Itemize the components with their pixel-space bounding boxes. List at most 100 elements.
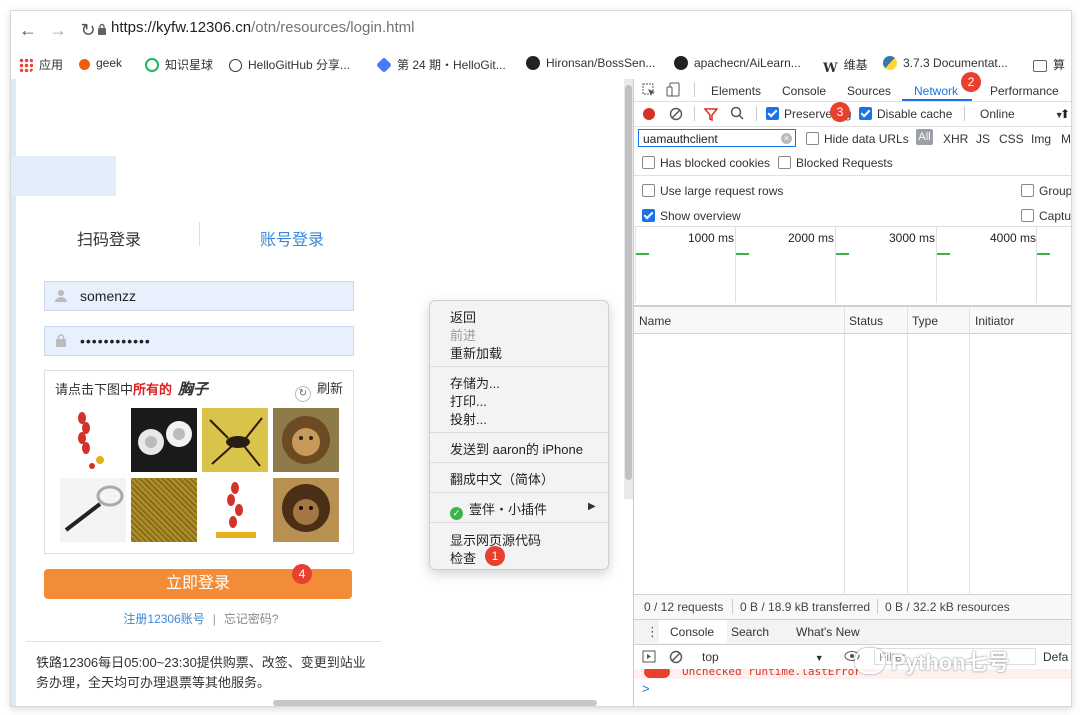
blocked-requests-checkbox[interactable]: Blocked Requests <box>778 156 893 170</box>
capture-screenshots-checkbox[interactable]: Captu <box>1021 209 1071 223</box>
apps-grid-icon <box>19 58 33 72</box>
captcha-refresh-button[interactable]: ↻ 刷新 <box>294 378 343 402</box>
menu-inspect[interactable]: 检查 <box>450 548 476 567</box>
tab-network[interactable]: Network <box>914 84 958 98</box>
tab-account-login[interactable]: 账号登录 <box>260 226 324 250</box>
group-by-frame-checkbox[interactable]: Group <box>1021 184 1071 198</box>
import-icon[interactable]: ⬆ <box>1060 107 1070 121</box>
menu-cast[interactable]: 投射... <box>450 409 487 428</box>
clear-console-icon[interactable] <box>669 650 683 667</box>
inspect-element-icon[interactable] <box>642 83 656 100</box>
tab-console[interactable]: Console <box>782 84 826 98</box>
menu-reload[interactable]: 重新加载 <box>450 343 502 362</box>
captcha-image-2[interactable] <box>131 408 197 472</box>
divider <box>26 641 381 642</box>
record-icon[interactable] <box>643 108 655 120</box>
throttling-select[interactable]: Online ▼ <box>980 107 1064 121</box>
forgot-password-link[interactable]: 忘记密码? <box>224 612 279 626</box>
reload-icon[interactable]: ↻ <box>77 19 99 41</box>
devtools-tabbar: Elements Console Sources Network Perform… <box>634 79 1071 102</box>
network-filter-input[interactable]: uamauthclient <box>638 129 796 147</box>
drawer-tab-search[interactable]: Search <box>731 625 769 639</box>
captcha-image-1[interactable] <box>60 408 126 472</box>
hide-data-urls-checkbox[interactable]: Hide data URLs <box>806 132 909 146</box>
clear-icon[interactable] <box>669 107 683 124</box>
menu-back[interactable]: 返回 <box>450 307 476 326</box>
console-context-select[interactable]: top ▼ <box>702 650 824 664</box>
menu-forward[interactable]: 前进 <box>450 325 476 344</box>
drawer-tab-console[interactable]: Console <box>670 625 714 639</box>
back-icon[interactable]: ← <box>17 19 39 41</box>
captcha-image-4[interactable] <box>273 408 339 472</box>
page-horizontal-scrollbar[interactable] <box>273 700 597 706</box>
captcha-image-8[interactable] <box>273 478 339 542</box>
request-list[interactable] <box>634 333 1071 593</box>
menu-plugin[interactable]: ✓ 壹伴・小插件 <box>450 499 547 520</box>
captcha-image-6[interactable] <box>131 478 197 542</box>
overview-tick: 4000 ms <box>990 231 1037 245</box>
drawer-menu-icon[interactable]: ⋮ <box>646 624 659 640</box>
bookmark-hellogithub[interactable]: HelloGitHub 分享... <box>229 56 350 73</box>
error-count-badge <box>644 669 670 678</box>
menu-translate[interactable]: 翻成中文（简体） <box>450 469 554 488</box>
password-field[interactable]: •••••••••••• <box>44 326 354 356</box>
tab-elements[interactable]: Elements <box>711 84 761 98</box>
url-path: /otn/resources/login.html <box>251 19 415 36</box>
lock-icon <box>55 334 67 348</box>
url-field[interactable]: https://kyfw.12306.cn/otn/resources/logi… <box>111 19 415 36</box>
search-icon[interactable] <box>730 106 744 123</box>
username-field[interactable]: somenzz <box>44 281 354 311</box>
type-filter-css[interactable]: CSS <box>999 132 1024 146</box>
bookmark-ailearn[interactable]: apachecn/AiLearn... <box>674 56 801 70</box>
console-prompt[interactable]: > <box>642 681 650 696</box>
overview-tick: 1000 ms <box>688 231 735 245</box>
tab-qr-login[interactable]: 扫码登录 <box>77 226 141 250</box>
forward-icon[interactable]: → <box>47 19 69 41</box>
tab-sources[interactable]: Sources <box>847 84 891 98</box>
type-filter-img[interactable]: Img <box>1031 132 1051 146</box>
column-name[interactable]: Name <box>639 314 671 328</box>
type-filter-media[interactable]: M <box>1061 132 1071 146</box>
username-value: somenzz <box>80 288 137 304</box>
large-rows-checkbox[interactable]: Use large request rows <box>642 184 783 198</box>
menu-save-as[interactable]: 存储为... <box>450 373 500 392</box>
log-levels-select[interactable]: Defa <box>1043 650 1068 664</box>
bookmark-hellogit-24[interactable]: 第 24 期・HelloGit... <box>376 56 506 73</box>
captcha-image-5[interactable] <box>60 478 126 542</box>
register-link[interactable]: 注册12306账号 <box>123 612 204 626</box>
bookmark-apps[interactable]: 应用 <box>19 56 63 73</box>
show-overview-checkbox[interactable]: Show overview <box>642 209 741 223</box>
menu-send-to-iphone[interactable]: 发送到 aaron的 iPhone <box>450 439 583 458</box>
type-filter-xhr[interactable]: XHR <box>943 132 968 146</box>
logo-area <box>11 156 116 196</box>
captcha-image-7[interactable] <box>202 478 268 542</box>
bookmark-python-docs[interactable]: 3.7.3 Documentat... <box>883 56 1008 70</box>
transferred-size: 0 B / 18.9 kB transferred <box>740 600 871 614</box>
bookmark-bosssen[interactable]: Hironsan/BossSen... <box>526 56 655 70</box>
clear-filter-icon[interactable]: × <box>781 133 792 144</box>
bookmark-geek[interactable]: geek <box>79 56 122 70</box>
bookmark-zsxq[interactable]: 知识星球 <box>145 56 213 73</box>
column-initiator[interactable]: Initiator <box>975 314 1014 328</box>
watermark: Python七号 <box>855 645 1010 677</box>
tab-performance[interactable]: Performance <box>990 84 1059 98</box>
drawer-tab-whats-new[interactable]: What's New <box>796 625 860 639</box>
captcha-image-3[interactable] <box>202 408 268 472</box>
bookmark-folder[interactable]: 算 <box>1033 56 1065 73</box>
has-blocked-cookies-checkbox[interactable]: Has blocked cookies <box>642 156 770 170</box>
request-count: 0 / 12 requests <box>644 600 724 614</box>
disable-cache-checkbox[interactable]: Disable cache <box>859 107 952 121</box>
bookmark-wiki[interactable]: W 维基 <box>823 56 868 76</box>
type-filter-js[interactable]: JS <box>976 132 990 146</box>
column-status[interactable]: Status <box>849 314 883 328</box>
page-vertical-scrollbar[interactable] <box>624 79 633 499</box>
sidebar-toggle-icon[interactable] <box>642 650 656 666</box>
type-filter-all[interactable]: All <box>916 129 933 145</box>
annotation-badge-1: 1 <box>485 546 505 566</box>
network-overview[interactable]: 1000 ms 2000 ms 3000 ms 4000 ms <box>634 227 1071 306</box>
menu-print[interactable]: 打印... <box>450 391 487 410</box>
filter-icon[interactable] <box>703 107 719 124</box>
column-type[interactable]: Type <box>912 314 938 328</box>
device-toolbar-icon[interactable] <box>666 82 680 100</box>
wikipedia-icon: W <box>823 61 838 76</box>
